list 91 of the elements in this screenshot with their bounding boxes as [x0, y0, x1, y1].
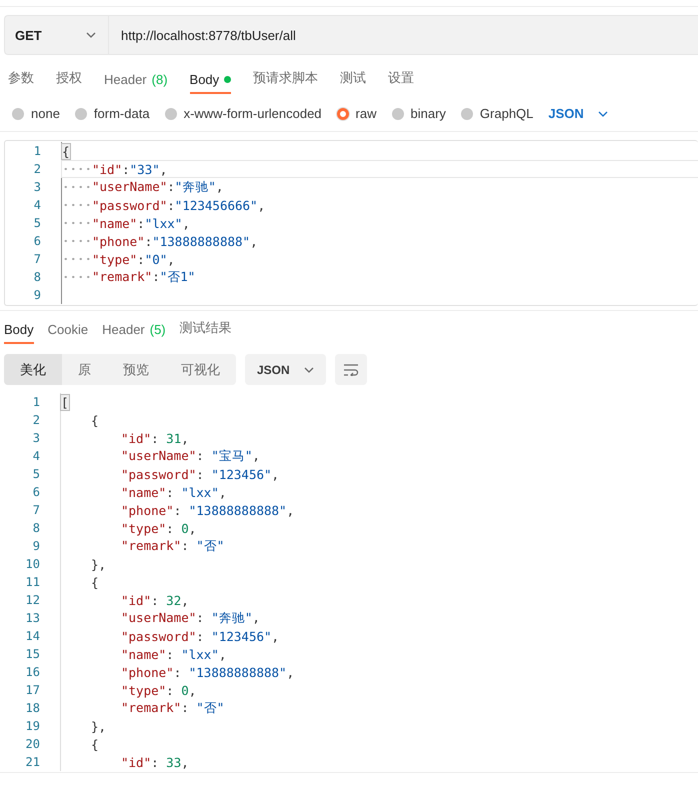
- code-line: "type": 0,: [121, 682, 196, 698]
- code-line: "type":"0",: [92, 252, 175, 266]
- code-line: "userName":"奔驰",: [92, 178, 224, 196]
- whitespace-dots-icon: [62, 221, 92, 225]
- whitespace-dots-icon: [62, 167, 92, 171]
- tab[interactable]: Cookie: [48, 322, 88, 344]
- line-number: 7: [32, 503, 40, 517]
- tab[interactable]: Body: [190, 72, 232, 94]
- code-line: "name": "lxx",: [121, 646, 226, 662]
- code-line: "id":"33",: [92, 162, 168, 176]
- line-number: 5: [32, 467, 40, 481]
- code-line: "remark": "否": [121, 700, 224, 716]
- code-line: "name": "lxx",: [121, 484, 226, 500]
- line-number: 10: [24, 557, 40, 571]
- line-number: 3: [32, 431, 40, 445]
- code-line: },: [91, 718, 106, 734]
- code-line: "id": 31,: [121, 430, 189, 446]
- line-number: 21: [24, 755, 40, 769]
- code-line: "phone": "13888888888",: [121, 664, 294, 680]
- view-mode-tab[interactable]: 预览: [107, 354, 165, 385]
- view-mode-tab[interactable]: 美化: [4, 354, 62, 385]
- code-line: "password": "123456",: [121, 628, 280, 644]
- whitespace-dots-icon: [62, 185, 92, 189]
- line-number: 9: [32, 539, 40, 553]
- line-number: 17: [24, 683, 40, 697]
- code-line: "userName": "宝马",: [121, 448, 260, 464]
- line-number: 1: [32, 395, 40, 409]
- line-number: 13: [24, 611, 40, 625]
- line-number: 6: [32, 485, 40, 499]
- code-line: "password":"123456666",: [92, 198, 266, 212]
- tab[interactable]: 测试: [340, 69, 366, 94]
- format-dropdown[interactable]: JSON: [245, 354, 326, 385]
- line-number: 12: [24, 593, 40, 607]
- body-type-option[interactable]: x-www-form-urlencoded: [164, 106, 322, 121]
- tab[interactable]: 测试结果: [180, 319, 232, 344]
- body-type-option[interactable]: none: [12, 106, 60, 121]
- tab[interactable]: Body: [4, 322, 34, 344]
- tab[interactable]: Header (5): [102, 322, 166, 344]
- tab[interactable]: 预请求脚本: [253, 69, 318, 94]
- body-type-option[interactable]: GraphQL: [460, 106, 534, 121]
- tab[interactable]: 参数: [8, 69, 34, 94]
- code-line: "phone":"13888888888",: [92, 234, 258, 248]
- line-number: 18: [24, 701, 40, 715]
- line-number: 14: [24, 629, 40, 643]
- format-dropdown[interactable]: JSON: [548, 106, 608, 121]
- code-line: "password": "123456",: [121, 466, 280, 482]
- code-line: "id": 32,: [121, 592, 189, 608]
- line-number: 8: [32, 521, 40, 535]
- code-line: {: [91, 412, 99, 428]
- whitespace-dots-icon: [62, 275, 92, 279]
- code-line: {: [91, 574, 99, 590]
- line-number: 16: [24, 665, 40, 679]
- code-line: "remark":"否1": [92, 268, 196, 286]
- line-number: 6: [32, 234, 41, 248]
- tab[interactable]: Header (8): [104, 72, 168, 94]
- body-type-option[interactable]: raw: [336, 106, 376, 121]
- tab[interactable]: 授权: [56, 69, 82, 94]
- line-number: 9: [32, 288, 41, 302]
- line-number: 11: [24, 575, 40, 589]
- wrap-lines-button[interactable]: [334, 354, 367, 385]
- view-mode-tab[interactable]: 原: [62, 354, 107, 385]
- line-number: 3: [32, 180, 41, 194]
- line-number: 7: [32, 252, 41, 266]
- code-line: "name":"lxx",: [92, 216, 190, 230]
- wrap-lines-icon: [342, 364, 359, 376]
- body-type-option[interactable]: binary: [392, 106, 446, 121]
- code-line: {: [91, 736, 99, 752]
- line-number: 2: [32, 162, 41, 176]
- tab[interactable]: 设置: [388, 69, 414, 94]
- line-number: 2: [32, 413, 40, 427]
- body-type-option[interactable]: form-data: [74, 106, 150, 121]
- line-number: 4: [32, 198, 41, 212]
- code-line: "remark": "否": [121, 538, 224, 554]
- line-number: 5: [32, 216, 41, 230]
- code-line: "type": 0,: [121, 520, 196, 536]
- line-number: 8: [32, 270, 41, 284]
- line-number: 19: [24, 719, 40, 733]
- chevron-down-icon: [598, 110, 608, 116]
- code-line: "userName": "奔驰",: [121, 610, 260, 626]
- chevron-down-icon: [304, 366, 314, 372]
- view-mode-tab[interactable]: 可视化: [165, 354, 236, 385]
- line-number: 1: [32, 144, 41, 158]
- code-line: },: [91, 556, 106, 572]
- code-line: "id": 33,: [121, 754, 189, 770]
- line-number: 20: [24, 737, 40, 751]
- whitespace-dots-icon: [62, 203, 92, 207]
- whitespace-dots-icon: [62, 257, 92, 261]
- whitespace-dots-icon: [62, 239, 92, 243]
- line-number: 4: [32, 449, 40, 463]
- line-number: 15: [24, 647, 40, 661]
- code-line: "phone": "13888888888",: [121, 502, 294, 518]
